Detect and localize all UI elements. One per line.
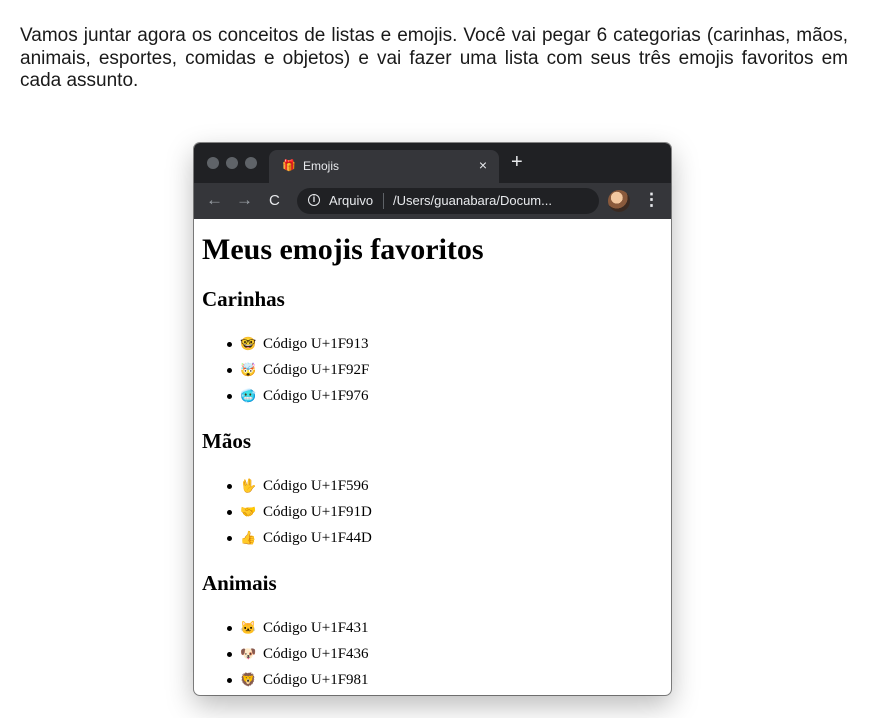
nerd-face-icon: 🤓 bbox=[240, 336, 257, 351]
address-url[interactable]: /Users/guanabara/Docum... bbox=[393, 193, 552, 208]
list-item: 🤓 Código U+1F913 bbox=[227, 331, 663, 357]
minimize-window-dot[interactable] bbox=[226, 157, 238, 169]
emoji-code: Código U+1F44D bbox=[263, 530, 372, 546]
emoji-code: Código U+1F431 bbox=[263, 620, 369, 636]
profile-avatar[interactable] bbox=[608, 190, 630, 212]
list-item: 🥶 Código U+1F976 bbox=[227, 383, 663, 409]
emoji-code: Código U+1F976 bbox=[263, 388, 369, 404]
zoom-window-dot[interactable] bbox=[245, 157, 257, 169]
tab-emojis[interactable]: 🎁 Emojis × bbox=[269, 150, 499, 183]
section-heading-maos: Mãos bbox=[202, 429, 251, 453]
back-arrow-icon[interactable]: ← bbox=[206, 191, 223, 209]
browser-titlebar: 🎁 Emojis × + bbox=[194, 143, 671, 183]
emoji-code: Código U+1F981 bbox=[263, 672, 369, 688]
dog-face-icon: 🐶 bbox=[240, 646, 257, 661]
emoji-code: Código U+1F92F bbox=[263, 362, 370, 378]
address-bar[interactable]: i Arquivo /Users/guanabara/Docum... ☆ bbox=[297, 188, 599, 214]
tab-title: Emojis bbox=[303, 159, 340, 173]
emoji-list-carinhas: 🤓 Código U+1F913 🤯 Código U+1F92F 🥶 Código … bbox=[202, 331, 663, 409]
browser-toolbar: ← → C i Arquivo /Users/guanabara/Docum..… bbox=[194, 183, 671, 219]
list-item: 🐱 Código U+1F431 bbox=[227, 615, 663, 641]
lion-face-icon: 🦁 bbox=[240, 672, 257, 687]
emoji-code: Código U+1F596 bbox=[263, 478, 369, 494]
address-scheme-label: Arquivo bbox=[329, 193, 374, 208]
handshake-icon: 🤝 bbox=[240, 504, 257, 519]
emoji-code: Código U+1F91D bbox=[263, 504, 372, 520]
close-tab-icon[interactable]: × bbox=[479, 157, 487, 173]
menu-kebab-icon[interactable]: ⋮ bbox=[643, 191, 660, 209]
emoji-list-maos: 🖖 Código U+1F596 🤝 Código U+1F91D 👍 Código … bbox=[202, 473, 663, 551]
list-item: 🐶 Código U+1F436 bbox=[227, 641, 663, 667]
vulcan-salute-icon: 🖖 bbox=[240, 478, 257, 493]
list-item: 🖖 Código U+1F596 bbox=[227, 473, 663, 499]
page-title: Meus emojis favoritos bbox=[202, 233, 484, 266]
emoji-code: Código U+1F436 bbox=[263, 646, 369, 662]
cold-face-icon: 🥶 bbox=[240, 388, 257, 403]
page-content: Meus emojis favoritos Carinhas 🤓 Código U… bbox=[194, 233, 671, 693]
list-item: 🤯 Código U+1F92F bbox=[227, 357, 663, 383]
new-tab-icon[interactable]: + bbox=[511, 152, 523, 172]
emoji-code: Código U+1F913 bbox=[263, 336, 369, 352]
forward-arrow-icon[interactable]: → bbox=[236, 191, 253, 209]
list-item: 🤝 Código U+1F91D bbox=[227, 499, 663, 525]
list-item: 👍 Código U+1F44D bbox=[227, 525, 663, 551]
thumbs-up-icon: 👍 bbox=[240, 530, 257, 545]
browser-window: 🎁 Emojis × + ← → C i Arquivo /Users/guan… bbox=[194, 143, 671, 695]
close-window-dot[interactable] bbox=[207, 157, 219, 169]
info-icon[interactable]: i bbox=[308, 194, 320, 206]
exercise-intro-text: Vamos juntar agora os conceitos de lista… bbox=[20, 25, 848, 91]
gift-icon: 🎁 bbox=[282, 160, 296, 172]
list-item: 🦁 Código U+1F981 bbox=[227, 667, 663, 693]
reload-icon[interactable]: C bbox=[269, 192, 280, 210]
emoji-list-animais: 🐱 Código U+1F431 🐶 Código U+1F436 🦁 Código … bbox=[202, 615, 663, 693]
address-divider bbox=[383, 193, 384, 209]
exploding-head-icon: 🤯 bbox=[240, 362, 257, 377]
section-heading-animais: Animais bbox=[202, 571, 277, 595]
cat-face-icon: 🐱 bbox=[240, 620, 257, 635]
section-heading-carinhas: Carinhas bbox=[202, 287, 285, 311]
